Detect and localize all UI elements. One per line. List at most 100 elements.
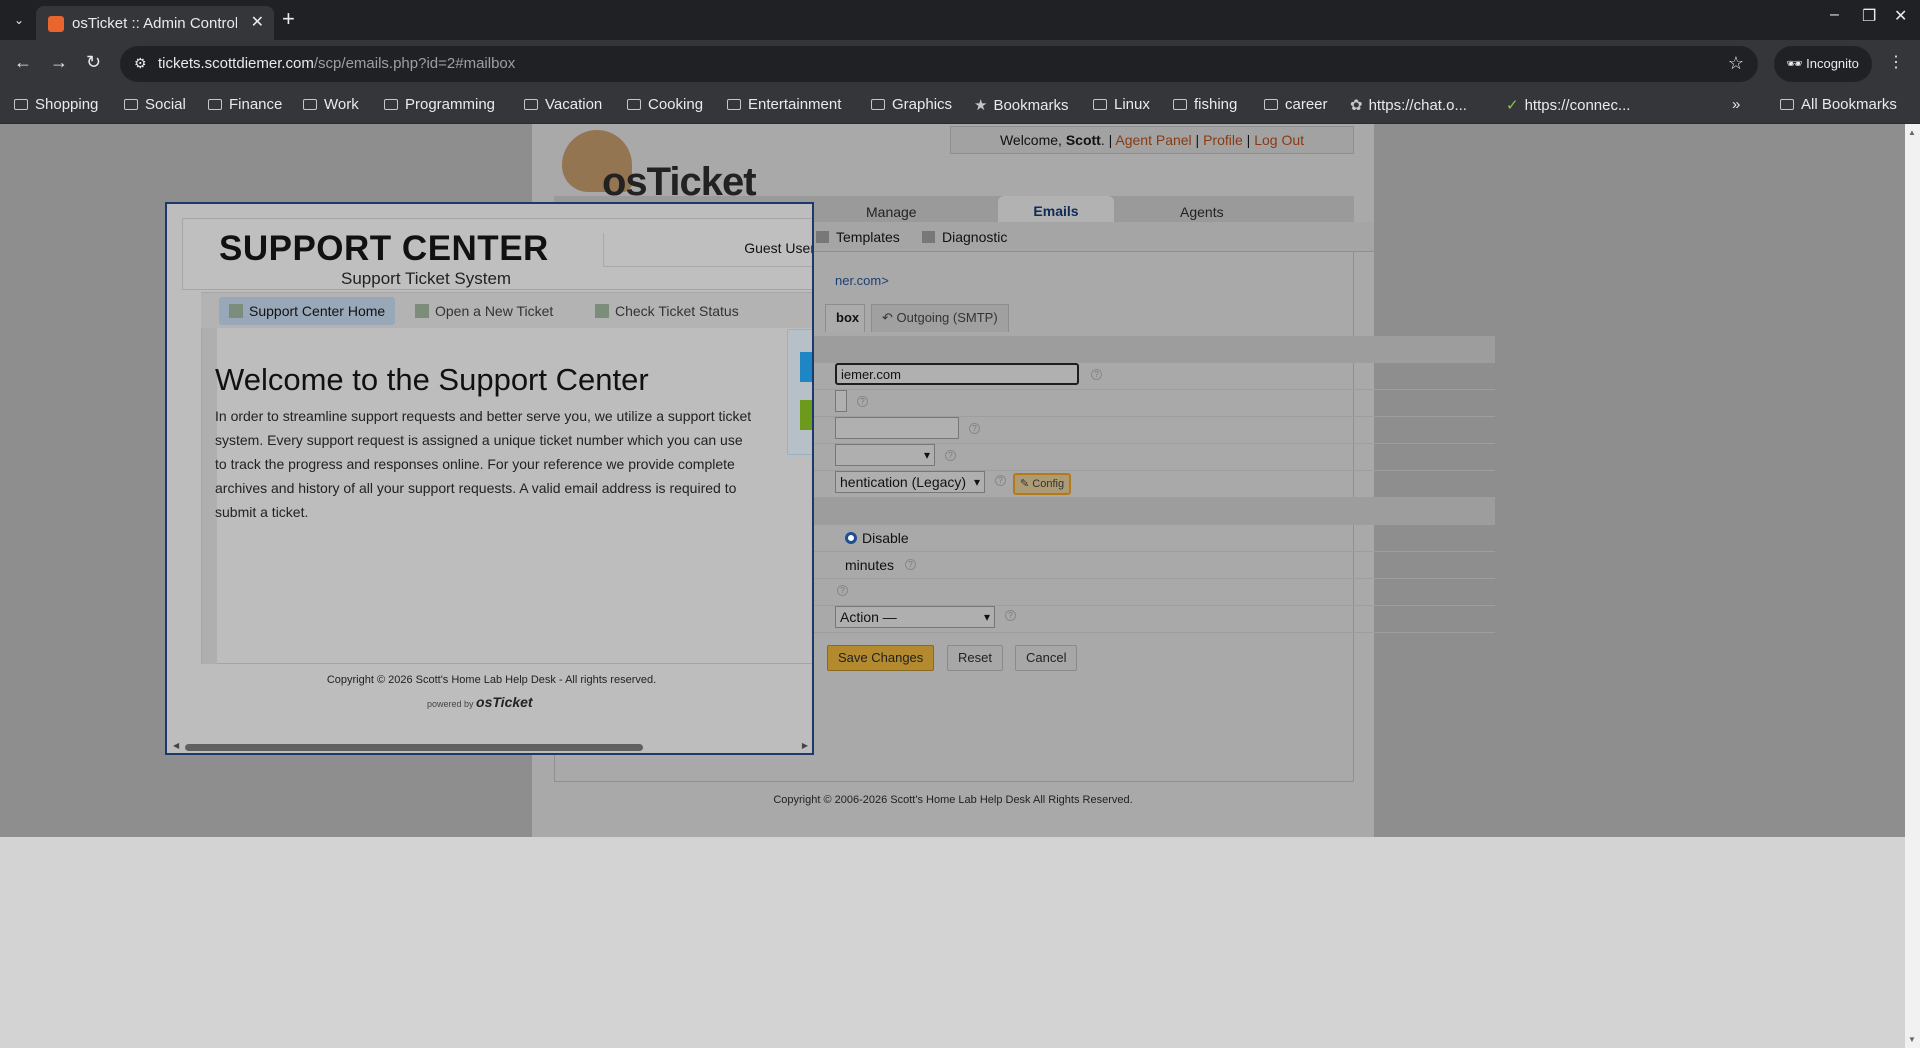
incognito-icon: 🕶 — [1786, 56, 1807, 71]
scroll-left-icon[interactable]: ◀ — [173, 741, 179, 750]
sidebar-buttons — [787, 329, 812, 455]
scroll-right-icon[interactable]: ▶ — [802, 741, 808, 750]
star-icon: ★ — [974, 97, 988, 114]
modal-nav: Support Center Home Open a New Ticket Ch… — [201, 292, 812, 328]
scroll-down-icon[interactable]: ▼ — [1908, 1035, 1916, 1044]
bookmark-work[interactable]: Work — [303, 96, 359, 113]
help-icon[interactable]: ? — [969, 423, 980, 434]
bookmark-vacation[interactable]: Vacation — [524, 96, 602, 113]
bookmark-social[interactable]: Social — [124, 96, 186, 113]
scroll-thumb[interactable] — [185, 744, 643, 751]
bookmark-shopping[interactable]: Shopping — [14, 96, 98, 113]
check-icon: ✓ — [1506, 97, 1519, 114]
action-select[interactable]: Action — — [835, 606, 995, 628]
modal-horizontal-scrollbar[interactable]: ◀ ▶ — [173, 741, 808, 753]
tab-open-new-ticket[interactable]: Open a New Ticket — [405, 297, 563, 325]
bookmark-entertainment[interactable]: Entertainment — [727, 96, 841, 113]
check-status-sidebar-button[interactable] — [800, 400, 812, 430]
help-icon[interactable]: ? — [1005, 610, 1016, 621]
tab-emails[interactable]: Emails — [998, 196, 1114, 222]
save-changes-button[interactable]: Save Changes — [827, 645, 935, 671]
bookmark-career[interactable]: career — [1264, 96, 1328, 113]
help-icon[interactable]: ? — [995, 475, 1006, 486]
all-bookmarks[interactable]: All Bookmarks — [1780, 96, 1897, 113]
close-tab-icon[interactable]: ✕ — [251, 12, 264, 32]
reset-button[interactable]: Reset — [947, 645, 1003, 671]
page-viewport: Welcome, Scott. | Agent Panel | Profile … — [0, 124, 1920, 1048]
support-center-title: SUPPORT CENTER — [219, 229, 549, 268]
tab-manage[interactable]: Manage — [866, 204, 917, 220]
maximize-icon[interactable]: ❐ — [1862, 6, 1876, 26]
bookmarks-bar: Shopping Social Finance Work Programming… — [0, 88, 1920, 124]
bookmark-star-icon[interactable]: ☆ — [1728, 53, 1744, 74]
bookmark-fishing[interactable]: fishing — [1173, 96, 1237, 113]
subnav-templates[interactable]: Templates — [816, 229, 900, 245]
user-name: Scott — [1065, 132, 1101, 148]
tab-search-button[interactable]: ⌄ — [6, 8, 32, 32]
cancel-button[interactable]: Cancel — [1015, 645, 1078, 671]
url-text[interactable]: tickets.scottdiemer.com/scp/emails.php?i… — [158, 55, 515, 72]
bookmark-programming[interactable]: Programming — [384, 96, 495, 113]
bookmark-chat[interactable]: ✿ https://chat.o... — [1350, 96, 1467, 114]
browser-menu-icon[interactable]: ⋮ — [1888, 52, 1904, 72]
help-icon[interactable]: ? — [1091, 369, 1102, 380]
folder-icon — [1264, 99, 1278, 110]
powered-by-label: powered by — [427, 699, 474, 709]
bookmark-finance[interactable]: Finance — [208, 96, 282, 113]
auth-select[interactable]: hentication (Legacy) — [835, 471, 985, 493]
edit-icon: ✎ — [1020, 478, 1033, 490]
disable-radio[interactable]: Disable — [845, 530, 909, 546]
new-tab-icon[interactable]: + — [282, 6, 295, 32]
help-icon[interactable]: ? — [837, 585, 848, 596]
page-vertical-scrollbar[interactable]: ▲ ▼ — [1905, 124, 1920, 1048]
agent-panel-link[interactable]: Agent Panel — [1115, 132, 1191, 148]
address-bar[interactable]: ⚙ tickets.scottdiemer.com/scp/emails.php… — [120, 46, 1758, 82]
folder-icon — [124, 99, 138, 110]
forward-icon[interactable]: → — [50, 52, 68, 73]
logout-link[interactable]: Log Out — [1254, 132, 1304, 148]
welcome-bar: Welcome, Scott. | Agent Panel | Profile … — [950, 126, 1354, 154]
help-icon[interactable]: ? — [857, 396, 868, 407]
welcome-heading: Welcome to the Support Center — [215, 362, 649, 397]
config-button[interactable]: ✎ Config — [1013, 473, 1072, 495]
incognito-badge[interactable]: 🕶 Incognito — [1774, 46, 1872, 82]
hostname-input[interactable] — [835, 417, 959, 439]
scroll-up-icon[interactable]: ▲ — [1908, 128, 1916, 137]
folder-icon — [384, 99, 398, 110]
profile-link[interactable]: Profile — [1203, 132, 1243, 148]
bookmark-cooking[interactable]: Cooking — [627, 96, 703, 113]
browser-tab-strip: ⌄ osTicket :: Admin Control Panel ✕ + – … — [0, 0, 1920, 40]
bookmark-connect[interactable]: ✓ https://connec... — [1506, 96, 1630, 114]
close-window-icon[interactable]: ✕ — [1894, 6, 1907, 26]
diagnostic-icon — [922, 231, 935, 243]
site-info-icon[interactable]: ⚙ — [134, 55, 147, 72]
bookmark-bookmarks[interactable]: ★ Bookmarks — [974, 96, 1068, 114]
tab-check-ticket-status[interactable]: Check Ticket Status — [585, 297, 749, 325]
bookmark-linux[interactable]: Linux — [1093, 96, 1150, 113]
open-ticket-sidebar-button[interactable] — [800, 352, 812, 382]
reload-icon[interactable]: ↻ — [86, 52, 101, 73]
back-icon[interactable]: ← — [14, 52, 32, 73]
browser-tab[interactable]: osTicket :: Admin Control Panel ✕ — [36, 6, 274, 40]
radio-selected-icon — [845, 532, 857, 544]
modal-header: SUPPORT CENTER Support Ticket System Gue… — [182, 218, 812, 290]
email-username-input[interactable]: iemer.com — [835, 363, 1079, 385]
tab-mailbox[interactable]: box — [825, 304, 865, 332]
protocol-select[interactable] — [835, 444, 935, 466]
chatgpt-icon: ✿ — [1350, 97, 1363, 114]
folder-icon — [303, 99, 317, 110]
tab-agents[interactable]: Agents — [1180, 204, 1224, 220]
tab-outgoing-smtp[interactable]: ↶ Outgoing (SMTP) — [871, 304, 1009, 332]
email-breadcrumb[interactable]: ner.com> — [835, 273, 889, 288]
more-bookmarks-icon[interactable]: » — [1732, 96, 1740, 113]
help-icon[interactable]: ? — [945, 450, 956, 461]
password-input[interactable] — [835, 390, 847, 412]
bookmark-graphics[interactable]: Graphics — [871, 96, 952, 113]
subnav-diagnostic[interactable]: Diagnostic — [922, 229, 1007, 245]
tab-support-center-home[interactable]: Support Center Home — [219, 297, 396, 325]
minimize-icon[interactable]: – — [1830, 6, 1839, 24]
help-icon[interactable]: ? — [905, 559, 916, 570]
new-ticket-icon — [415, 304, 429, 318]
osticket-logo[interactable]: osTicket — [562, 130, 762, 204]
osticket-favicon-icon — [48, 16, 64, 32]
